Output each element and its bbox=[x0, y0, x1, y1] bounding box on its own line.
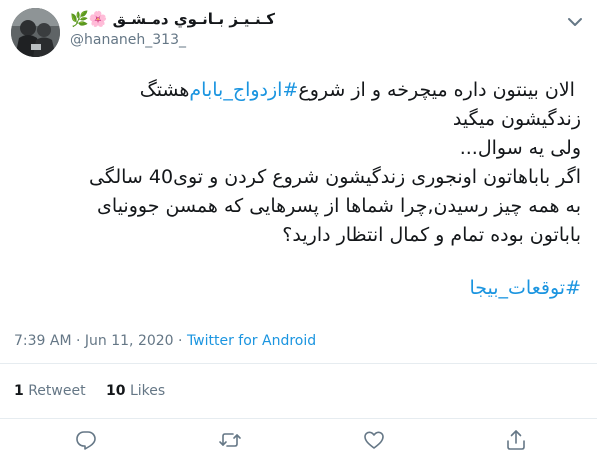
tweet-actions bbox=[0, 420, 597, 465]
tweet-line: ولی یه سوال... bbox=[459, 137, 581, 159]
tweet-time[interactable]: 7:39 AM bbox=[14, 333, 72, 349]
tweet-line: #توقعات_بیجا bbox=[6, 274, 581, 303]
retweet-icon[interactable] bbox=[218, 428, 242, 452]
tweet-line: باباتون بوده تمام و کمال انتظار دارید؟ bbox=[282, 224, 581, 246]
tweet-line: اگر باباهاتون اونجوری زندگیشون شروع کردن… bbox=[89, 166, 581, 188]
tweet-line: زندگیشون میگید bbox=[452, 108, 581, 130]
avatar[interactable] bbox=[11, 8, 60, 57]
author-handle[interactable]: @hananeh_313_ bbox=[70, 32, 186, 48]
chevron-down-icon[interactable] bbox=[566, 14, 584, 28]
retweets-stat[interactable]: 1 Retweet bbox=[14, 383, 86, 399]
likes-stat[interactable]: 10 Likes bbox=[106, 383, 165, 399]
tweet-date[interactable]: Jun 11, 2020 bbox=[85, 333, 174, 349]
heart-icon[interactable] bbox=[362, 428, 386, 452]
tweet-stats: 1 Retweet 10 Likes bbox=[14, 383, 181, 399]
tweet-text: هشتگ #ازدواج_بابام الان بینتون داره میچر… bbox=[6, 76, 581, 303]
hashtag-link[interactable]: #ازدواج_بابام bbox=[189, 79, 298, 101]
tweet-metadata: 7:39 AM · Jun 11, 2020 · Twitter for And… bbox=[14, 333, 317, 349]
avatar-image-icon bbox=[11, 8, 60, 57]
tweet-source[interactable]: Twitter for Android bbox=[187, 333, 316, 349]
tweet-line: به همه چیز رسیدن,چرا شماها از پسرهایی که… bbox=[97, 195, 581, 217]
hashtag-link[interactable]: #توقعات_بیجا bbox=[469, 277, 581, 299]
reply-icon[interactable] bbox=[74, 428, 98, 452]
share-icon[interactable] bbox=[504, 428, 528, 452]
divider bbox=[0, 363, 597, 364]
tweet-header: كـنـيـز بـانـوي دمـشـق 🌸🌿 @hananeh_313_ bbox=[0, 0, 597, 62]
tweet-card: كـنـيـز بـانـوي دمـشـق 🌸🌿 @hananeh_313_ … bbox=[0, 0, 597, 465]
tweet-line: هشتگ #ازدواج_بابام الان بینتون داره میچر… bbox=[133, 79, 581, 101]
divider bbox=[0, 418, 597, 419]
author-display-name[interactable]: كـنـيـز بـانـوي دمـشـق 🌸🌿 bbox=[70, 10, 275, 28]
